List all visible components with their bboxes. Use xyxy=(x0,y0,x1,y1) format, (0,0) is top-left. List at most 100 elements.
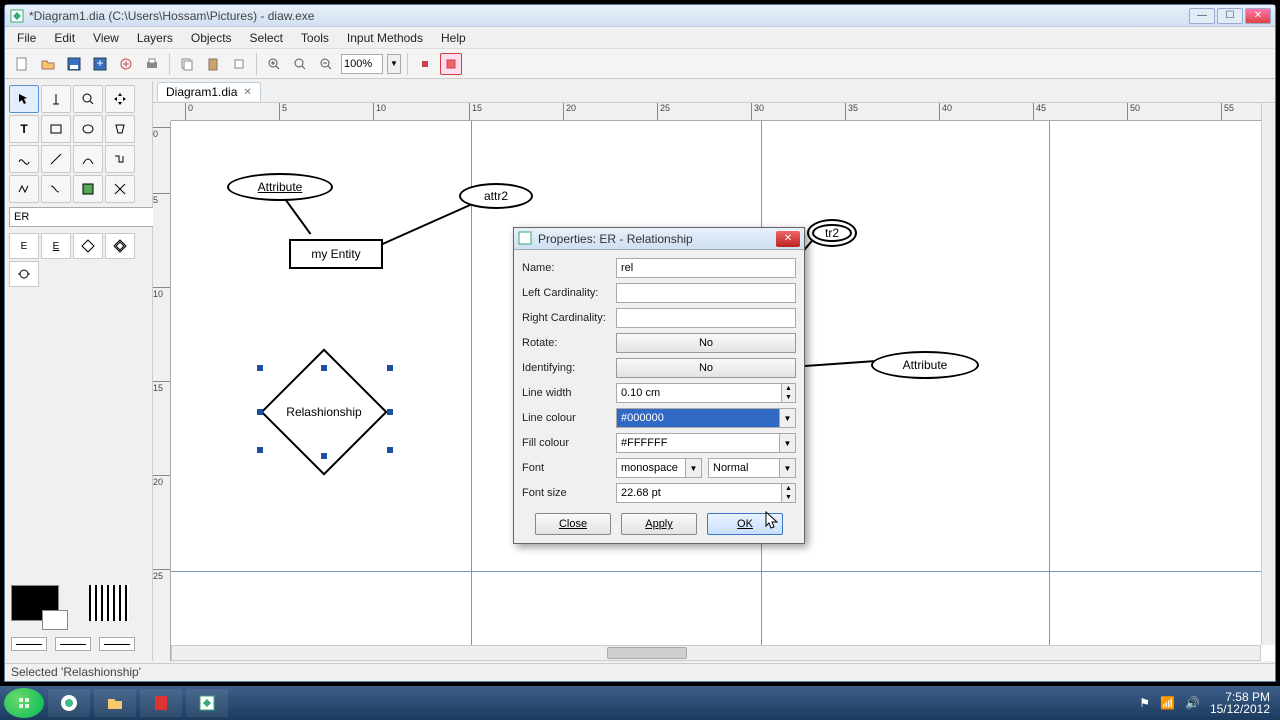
ok-button[interactable]: OK xyxy=(707,513,783,535)
export-button[interactable] xyxy=(115,53,137,75)
er-entity-tool[interactable]: E xyxy=(9,233,39,259)
image-tool[interactable] xyxy=(73,175,103,203)
zigzag-tool[interactable] xyxy=(105,145,135,173)
bezier-tool[interactable] xyxy=(9,145,39,173)
selection-handle[interactable] xyxy=(257,447,263,453)
identifying-toggle[interactable]: No xyxy=(616,358,796,378)
menu-layers[interactable]: Layers xyxy=(129,29,181,47)
line-colour-input[interactable] xyxy=(616,408,780,428)
task-explorer[interactable] xyxy=(94,689,136,717)
horizontal-scrollbar[interactable] xyxy=(171,645,1261,661)
sheet-selector[interactable]: ▼ xyxy=(9,207,148,227)
task-pdf[interactable] xyxy=(140,689,182,717)
linewidth-med[interactable] xyxy=(55,637,91,651)
pointer-tool[interactable] xyxy=(9,85,39,113)
scroll-tool[interactable] xyxy=(105,85,135,113)
rotate-toggle[interactable]: No xyxy=(616,333,796,353)
bezierline-tool[interactable] xyxy=(41,175,71,203)
selection-handle[interactable] xyxy=(321,453,327,459)
name-input[interactable] xyxy=(616,258,796,278)
er-entity[interactable]: my Entity xyxy=(289,239,383,269)
task-chrome[interactable] xyxy=(48,689,90,717)
er-attribute-1[interactable]: Attribute xyxy=(227,173,333,201)
font-style-dropdown[interactable]: ▼ xyxy=(780,458,796,478)
er-relationship-shape[interactable]: Relashionship xyxy=(279,367,369,457)
fill-colour-dropdown[interactable]: ▼ xyxy=(780,433,796,453)
fill-colour-input[interactable] xyxy=(616,433,780,453)
text-tool[interactable] xyxy=(41,85,71,113)
cut-button[interactable] xyxy=(228,53,250,75)
taskbar[interactable]: ⚑ 📶 🔊 7:58 PM 15/12/2012 xyxy=(0,686,1280,720)
er-identifying-rel-tool[interactable] xyxy=(105,233,135,259)
object-snap-button[interactable] xyxy=(440,53,462,75)
apply-button[interactable]: Apply xyxy=(621,513,697,535)
er-attribute-2[interactable]: attr2 xyxy=(459,183,533,209)
er-weak-entity-tool[interactable]: E xyxy=(41,233,71,259)
copy-button[interactable] xyxy=(176,53,198,75)
ellipse-tool[interactable] xyxy=(73,115,103,143)
grid-snap-button[interactable] xyxy=(414,53,436,75)
menu-input-methods[interactable]: Input Methods xyxy=(339,29,431,47)
print-button[interactable] xyxy=(141,53,163,75)
tray-clock[interactable]: 7:58 PM 15/12/2012 xyxy=(1210,691,1270,715)
maximize-button[interactable]: ☐ xyxy=(1217,8,1243,24)
text-insert-tool[interactable]: T xyxy=(9,115,39,143)
zoom-out-button[interactable] xyxy=(315,53,337,75)
linewidth-thick[interactable] xyxy=(99,637,135,651)
zoom-input[interactable] xyxy=(341,54,383,74)
zoom-dropdown[interactable]: ▼ xyxy=(387,54,401,74)
selection-handle[interactable] xyxy=(321,365,327,371)
paste-button[interactable] xyxy=(202,53,224,75)
line-tool[interactable] xyxy=(41,145,71,173)
font-style-input[interactable] xyxy=(708,458,780,478)
linewidth-thin[interactable] xyxy=(11,637,47,651)
line-width-input[interactable] xyxy=(616,383,782,403)
open-button[interactable] xyxy=(37,53,59,75)
zoom-fit-button[interactable] xyxy=(289,53,311,75)
font-family-dropdown[interactable]: ▼ xyxy=(686,458,702,478)
sheet-name[interactable] xyxy=(9,207,161,227)
start-button[interactable] xyxy=(4,688,44,718)
outline-tool[interactable] xyxy=(105,175,135,203)
polygon-tool[interactable] xyxy=(105,115,135,143)
selection-handle[interactable] xyxy=(387,409,393,415)
menu-file[interactable]: File xyxy=(9,29,44,47)
zoom-in-button[interactable] xyxy=(263,53,285,75)
polyline-tool[interactable] xyxy=(9,175,39,203)
magnify-tool[interactable] xyxy=(73,85,103,113)
menu-objects[interactable]: Objects xyxy=(183,29,240,47)
menu-help[interactable]: Help xyxy=(433,29,474,47)
font-size-input[interactable] xyxy=(616,483,782,503)
box-tool[interactable] xyxy=(41,115,71,143)
tab-diagram1[interactable]: Diagram1.dia ✕ xyxy=(157,82,261,101)
er-relationship-tool[interactable] xyxy=(73,233,103,259)
minimize-button[interactable]: — xyxy=(1189,8,1215,24)
scroll-thumb[interactable] xyxy=(607,647,687,659)
left-cardinality-input[interactable] xyxy=(616,283,796,303)
save-button[interactable] xyxy=(63,53,85,75)
dialog-titlebar[interactable]: Properties: ER - Relationship ✕ xyxy=(514,228,804,250)
menu-tools[interactable]: Tools xyxy=(293,29,337,47)
line-width-spinner[interactable]: ▲▼ xyxy=(782,383,796,403)
close-button[interactable]: ✕ xyxy=(1245,8,1271,24)
vertical-scrollbar[interactable] xyxy=(1261,103,1275,645)
selection-handle[interactable] xyxy=(257,365,263,371)
arc-tool[interactable] xyxy=(73,145,103,173)
tray-volume-icon[interactable]: 🔊 xyxy=(1185,696,1200,710)
selection-handle[interactable] xyxy=(387,447,393,453)
save-as-button[interactable]: + xyxy=(89,53,111,75)
right-cardinality-input[interactable] xyxy=(616,308,796,328)
system-tray[interactable]: ⚑ 📶 🔊 7:58 PM 15/12/2012 xyxy=(1139,691,1276,715)
line-colour-dropdown[interactable]: ▼ xyxy=(780,408,796,428)
selection-handle[interactable] xyxy=(387,365,393,371)
er-attribute-tool[interactable] xyxy=(9,261,39,287)
menu-select[interactable]: Select xyxy=(242,29,291,47)
dialog-close-button[interactable]: ✕ xyxy=(776,231,800,247)
menu-edit[interactable]: Edit xyxy=(46,29,83,47)
tab-close-icon[interactable]: ✕ xyxy=(243,87,251,98)
tray-flag-icon[interactable]: ⚑ xyxy=(1139,696,1150,710)
task-dia[interactable] xyxy=(186,689,228,717)
tray-network-icon[interactable]: 📶 xyxy=(1160,696,1175,710)
er-attribute-4[interactable]: Attribute xyxy=(871,351,979,379)
selection-handle[interactable] xyxy=(257,409,263,415)
